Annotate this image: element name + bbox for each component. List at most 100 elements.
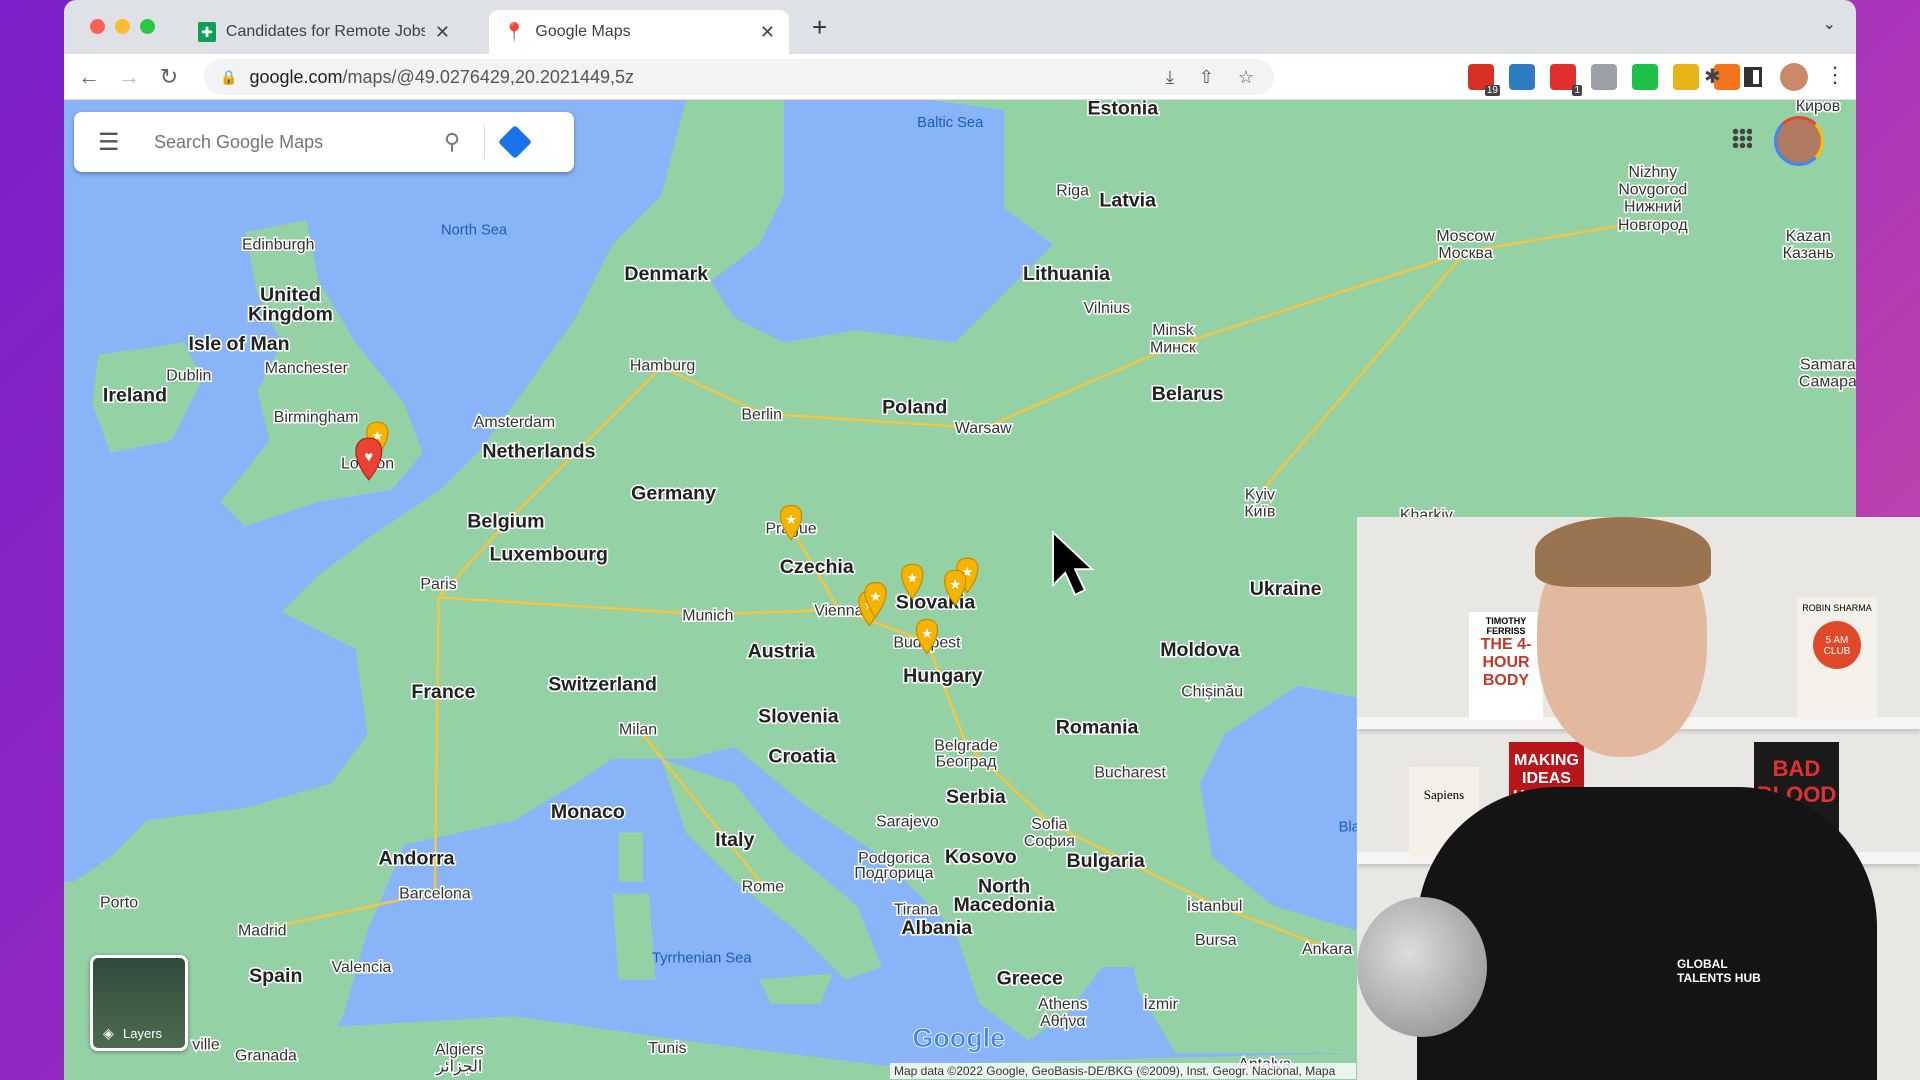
city-label[interactable]: Bucharest xyxy=(1093,763,1168,783)
city-label[interactable]: Нижний xyxy=(1623,197,1684,217)
layers-label: Layers xyxy=(123,1026,163,1041)
city-label[interactable]: Tirana xyxy=(892,900,940,920)
side-panel-icon[interactable] xyxy=(1744,67,1762,87)
new-tab-button[interactable]: + xyxy=(812,12,827,43)
profile-avatar[interactable] xyxy=(1780,63,1808,91)
share-icon[interactable]: ⇧ xyxy=(1199,67,1214,88)
country-label: Spain xyxy=(249,965,302,987)
city-label[interactable]: Paris xyxy=(419,574,458,594)
tab-candidates[interactable]: ✚ Candidates for Remote Jobs - ( ✕ xyxy=(184,10,464,54)
city-label[interactable]: Madrid xyxy=(236,921,288,941)
city-label[interactable]: Αθήνα xyxy=(1039,1012,1087,1032)
city-label[interactable]: Казань xyxy=(1781,243,1835,263)
reload-button[interactable]: ↻ xyxy=(154,64,184,90)
city-label[interactable]: Москва xyxy=(1437,243,1494,263)
install-icon[interactable]: ⤓ xyxy=(1166,67,1174,88)
adblock-extension-icon[interactable]: 1 xyxy=(1550,64,1582,96)
chat-extension-icon[interactable] xyxy=(1632,64,1658,90)
city-label[interactable]: Chișinău xyxy=(1180,682,1245,702)
country-label: Belarus xyxy=(1152,383,1224,405)
extensions-puzzle-icon[interactable]: ✱ xyxy=(1704,64,1721,89)
city-label[interactable]: Sofia xyxy=(1030,814,1069,834)
country-label: Switzerland xyxy=(548,673,657,695)
city-label[interactable]: Edinburgh xyxy=(240,235,316,255)
city-label[interactable]: Київ xyxy=(1243,502,1277,522)
tab-search-chevron-icon[interactable]: ⌄ xyxy=(1823,14,1836,34)
minimize-window-button[interactable] xyxy=(115,19,130,34)
code-extension-icon[interactable] xyxy=(1591,64,1617,90)
city-label[interactable]: Самара xyxy=(1797,372,1856,392)
city-label[interactable]: Подгорица xyxy=(853,863,935,883)
city-label[interactable]: Minsk xyxy=(1151,321,1196,341)
apps-grid-icon[interactable] xyxy=(1732,128,1752,148)
city-label[interactable]: İzmir xyxy=(1142,992,1180,1014)
city-label[interactable]: Novgorod xyxy=(1617,180,1689,200)
city-label[interactable]: София xyxy=(1022,831,1076,851)
country-label: Croatia xyxy=(768,746,837,768)
city-label[interactable]: Barcelona xyxy=(398,884,473,904)
country-label: Belgium xyxy=(467,511,544,533)
city-label[interactable]: Manchester xyxy=(263,359,350,379)
country-label: Macedonia xyxy=(953,894,1055,916)
country-label: France xyxy=(411,681,475,703)
city-label[interactable]: Algiers xyxy=(434,1040,486,1060)
city-label[interactable]: Milan xyxy=(618,720,659,740)
todo-extension-icon[interactable]: 19 xyxy=(1468,64,1500,96)
search-input[interactable] xyxy=(154,131,444,153)
city-label[interactable]: Vilnius xyxy=(1082,299,1132,319)
city-label[interactable]: Moscow xyxy=(1435,226,1497,246)
city-label[interactable]: Granada xyxy=(233,1046,298,1066)
city-label[interactable]: Tunis xyxy=(647,1039,688,1059)
maximize-window-button[interactable] xyxy=(140,19,155,34)
tab-bar: ✚ Candidates for Remote Jobs - ( ✕ 📍 Goo… xyxy=(64,0,1856,54)
back-button[interactable]: ← xyxy=(74,64,104,90)
layers-button[interactable]: ◈ Layers xyxy=(90,955,188,1051)
bookmark-star-icon[interactable]: ☆ xyxy=(1238,67,1254,88)
city-label[interactable]: Amsterdam xyxy=(472,413,556,433)
city-label[interactable]: Минск xyxy=(1149,338,1199,358)
city-label[interactable]: Bursa xyxy=(1194,931,1239,951)
city-label[interactable]: Ankara xyxy=(1300,939,1354,959)
country-label: Kingdom xyxy=(248,303,333,325)
city-label[interactable]: Riga xyxy=(1055,181,1091,201)
city-label[interactable]: Berlin xyxy=(740,405,784,425)
city-label[interactable]: Birmingham xyxy=(272,408,360,428)
city-label[interactable]: Valencia xyxy=(330,958,393,978)
city-label[interactable]: Sarajevo xyxy=(874,812,940,832)
close-tab-icon[interactable]: ✕ xyxy=(435,22,450,43)
menu-hamburger-icon[interactable]: ☰ xyxy=(98,128,138,157)
city-label[interactable]: Samara xyxy=(1798,355,1856,375)
city-label[interactable]: Munich xyxy=(681,606,735,626)
forward-button[interactable]: → xyxy=(114,64,144,90)
country-label: Romania xyxy=(1056,716,1140,738)
close-tab-icon[interactable]: ✕ xyxy=(760,22,775,43)
tab-google-maps[interactable]: 📍 Google Maps ✕ xyxy=(489,10,789,54)
directions-icon[interactable] xyxy=(498,125,532,159)
city-label[interactable]: Београд xyxy=(934,752,999,772)
city-label[interactable]: Hamburg xyxy=(628,356,696,376)
sea-label: Tyrrhenian Sea xyxy=(652,950,752,966)
city-label[interactable]: الجزائر xyxy=(434,1057,484,1077)
close-window-button[interactable] xyxy=(90,19,105,34)
city-label[interactable]: Belgrade xyxy=(933,736,1000,756)
country-label: Greece xyxy=(997,967,1063,989)
city-label[interactable]: Vienna xyxy=(813,601,865,621)
city-label[interactable]: Porto xyxy=(99,893,140,913)
broom-extension-icon[interactable] xyxy=(1673,64,1699,90)
city-label[interactable]: Kyiv xyxy=(1243,485,1276,505)
city-label[interactable]: Rome xyxy=(740,877,786,897)
city-label[interactable]: Nizhny xyxy=(1627,163,1679,183)
city-label[interactable]: Киров xyxy=(1794,100,1841,117)
city-label[interactable]: Kazan xyxy=(1784,226,1832,246)
city-label[interactable]: Warsaw xyxy=(953,419,1013,439)
account-avatar[interactable] xyxy=(1774,116,1824,166)
menu-kebab-icon[interactable]: ⋮ xyxy=(1824,62,1846,88)
address-bar[interactable]: 🔒 google.com/maps/@49.0276429,20.2021449… xyxy=(204,59,1274,95)
city-label[interactable]: Dublin xyxy=(165,366,213,386)
city-label[interactable]: Athens xyxy=(1037,994,1090,1014)
city-label[interactable]: ville xyxy=(191,1035,222,1055)
city-label[interactable]: İstanbul xyxy=(1185,894,1244,916)
city-label[interactable]: Новгород xyxy=(1616,215,1689,235)
search-icon[interactable]: ⚲ xyxy=(444,129,484,155)
s-extension-icon[interactable] xyxy=(1509,64,1535,90)
